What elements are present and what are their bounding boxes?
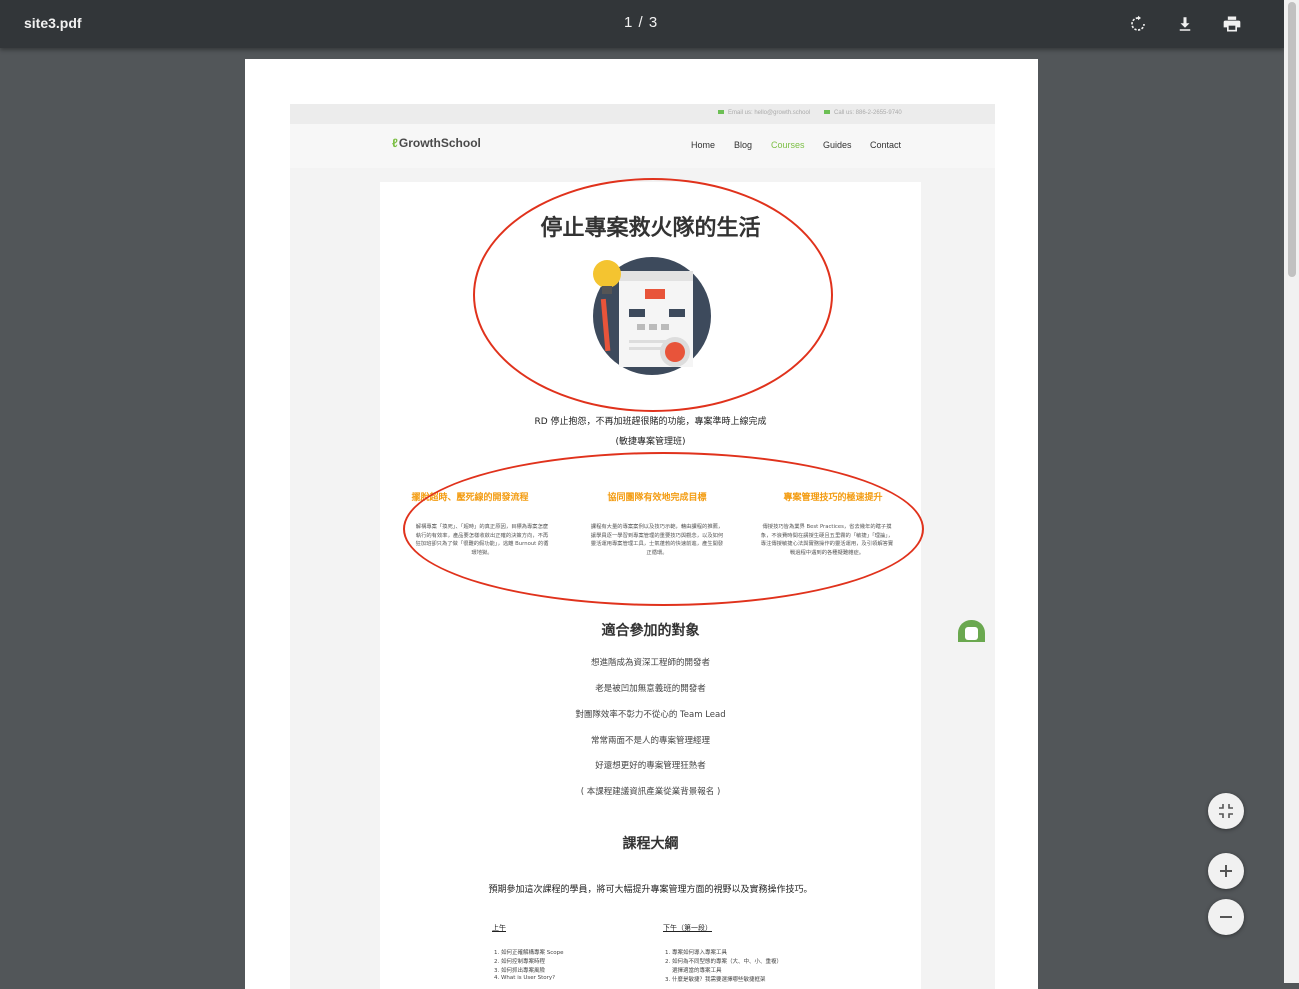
site-header: ℓGrowthSchool Home Blog Courses Guides C… [290,124,995,168]
nav-courses[interactable]: Courses [771,140,805,150]
audience-note: ( 本課程建議資訊產業從業背景報名 ) [580,787,721,797]
morning-item: 3. 如何抓出專案風險 [494,968,545,974]
nav-guides[interactable]: Guides [823,140,852,150]
audience-item: 常常兩面不是人的專案管理經理 [590,736,710,746]
audience-heading: 適合參加的對象 [601,623,700,639]
audience-item: 好還想更好的專案管理狂熱者 [595,761,706,771]
nav-home[interactable]: Home [691,140,715,150]
fit-page-button[interactable] [1208,793,1244,829]
afternoon-item: 選擇適當的專案工具 [665,968,722,974]
file-title: site3.pdf [24,15,82,31]
syllabus-intro: 預期參加這次課程的學員，將可大幅提升專案管理方面的視野以及實務操作技巧。 [488,885,813,895]
syllabus-heading: 課程大綱 [622,836,679,852]
afternoon-item: 2. 如何為不同型態的專案（大、中、小、重複） [665,959,782,965]
print-icon[interactable] [1220,12,1244,36]
morning-heading: 上午 [492,924,506,932]
site-logo: ℓGrowthSchool [392,136,481,150]
audience-item: 老是被凹加無意義班的開發者 [595,684,706,694]
audience-item: 對團隊效率不彰力不從心的 Team Lead [575,710,726,720]
contact-phone: Call us: 886-2-2655-9740 [834,110,902,116]
contact-email: Email us: hello@growth.school [728,110,811,116]
audience-item: 想進階成為資深工程師的開發者 [590,658,710,668]
zoom-out-button[interactable] [1208,899,1244,935]
morning-item: 4. What is User Story? [494,975,556,981]
annotation-ellipse-features [403,452,924,606]
morning-item: 2. 如何控制專案時程 [494,959,545,965]
page-indicator: 1 / 3 [624,14,659,31]
rotate-icon[interactable] [1126,12,1150,36]
download-icon[interactable] [1173,12,1197,36]
leaf-icon: ℓ [392,136,398,150]
chat-widget-icon[interactable] [958,620,985,642]
afternoon-item: 3. 什麼是敏捷？我需要選擇哪些敏捷框架 [665,977,766,983]
nav-contact[interactable]: Contact [870,140,901,150]
course-name: (敏捷專案管理班) [615,437,686,447]
zoom-in-button[interactable] [1208,853,1244,889]
mail-icon [718,110,724,115]
mail-icon [824,110,830,115]
hero-subtitle: RD 停止抱怨，不再加班趕很賭的功能，專案準時上線完成 [534,417,767,427]
morning-item: 1. 如何正確解構專案 Scope [494,950,564,956]
afternoon-item: 1. 專案如何導入專案工具 [665,950,727,956]
nav-blog[interactable]: Blog [734,140,752,150]
annotation-ellipse-hero [473,178,833,412]
scrollbar-thumb[interactable] [1288,2,1296,277]
contact-strip: Email us: hello@growth.school Call us: 8… [290,104,995,124]
afternoon-heading: 下午（第一段） [663,924,712,932]
pdf-toolbar: site3.pdf 1 / 3 [0,0,1284,48]
